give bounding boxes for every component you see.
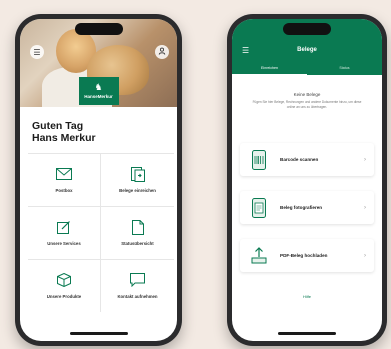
action-label: Barcode scannen (280, 157, 319, 162)
empty-state-text: Fügen Sie hier Belege, Rechnungen und an… (252, 100, 362, 109)
profile-button[interactable] (155, 45, 169, 59)
tile-statusuebersicht[interactable]: Statusübersicht (101, 206, 174, 259)
home-indicator (278, 332, 336, 335)
barcode-scan-icon (248, 149, 270, 171)
tile-label: Unsere Produkte (46, 294, 82, 299)
tile-label: Kontakt aufnehmen (117, 294, 158, 299)
pdf-upload-button[interactable]: PDF-Beleg hochladen › (240, 239, 374, 272)
page-title: Belege (297, 47, 317, 53)
tile-kontakt-aufnehmen[interactable]: Kontakt aufnehmen (101, 259, 174, 312)
brand-logo: ♞ HanseMerkur (78, 77, 119, 105)
edit-icon (56, 220, 72, 234)
barcode-scan-button[interactable]: Barcode scannen › (240, 143, 374, 176)
camera-icon (248, 197, 270, 219)
tile-postbox[interactable]: Postbox (28, 153, 101, 206)
tile-label: Unsere Services (47, 241, 81, 246)
tab-einreichen[interactable]: Einreichen (232, 63, 307, 75)
greeting: Guten Tag Hans Merkur (32, 120, 96, 144)
tile-label: Belege einreichen (119, 188, 156, 193)
action-label: Beleg fotografieren (280, 205, 323, 210)
tile-belege-einreichen[interactable]: Belege einreichen (101, 153, 174, 206)
chevron-right-icon: › (364, 156, 366, 163)
phone-notch (283, 23, 331, 35)
feature-tile-grid: Postbox Belege einreichen Unsere Service… (28, 153, 174, 312)
tile-label: Statusübersicht (121, 241, 154, 246)
phone-belege-screen: ☰ Belege Einreichen Status Keine Belege … (227, 14, 387, 346)
help-link[interactable]: Hilfe (232, 294, 382, 299)
chevron-right-icon: › (364, 204, 366, 211)
chevron-right-icon: › (364, 252, 366, 259)
home-screen: ☰ ♞ HanseMerkur Guten Tag Hans Merkur Po… (20, 19, 177, 341)
phone-home-screen: ☰ ♞ HanseMerkur Guten Tag Hans Merkur Po… (15, 14, 182, 346)
document-status-icon (130, 219, 146, 235)
upload-icon (248, 245, 270, 267)
logo-mark-icon: ♞ (94, 82, 103, 92)
home-indicator (69, 332, 128, 335)
action-label: PDF-Beleg hochladen (280, 253, 328, 258)
tile-unsere-services[interactable]: Unsere Services (28, 206, 101, 259)
hamburger-icon: ☰ (33, 47, 41, 57)
greeting-name: Hans Merkur (32, 132, 96, 144)
belege-screen: ☰ Belege Einreichen Status Keine Belege … (232, 19, 382, 341)
tile-label: Postbox (55, 188, 73, 193)
brand-name: HanseMerkur (84, 94, 113, 99)
document-submit-icon (130, 166, 146, 182)
tile-unsere-produkte[interactable]: Unsere Produkte (28, 259, 101, 312)
photo-receipt-button[interactable]: Beleg fotografieren › (240, 191, 374, 224)
empty-state-title: Keine Belege (293, 92, 321, 97)
menu-button[interactable]: ☰ (30, 45, 44, 59)
phone-notch (74, 23, 123, 35)
chat-icon (130, 273, 146, 287)
tab-bar: Einreichen Status (232, 63, 382, 75)
user-icon (158, 47, 166, 57)
greeting-line-1: Guten Tag (32, 120, 84, 132)
mail-icon (56, 167, 72, 181)
tab-status[interactable]: Status (307, 63, 382, 75)
box-icon (56, 273, 72, 287)
